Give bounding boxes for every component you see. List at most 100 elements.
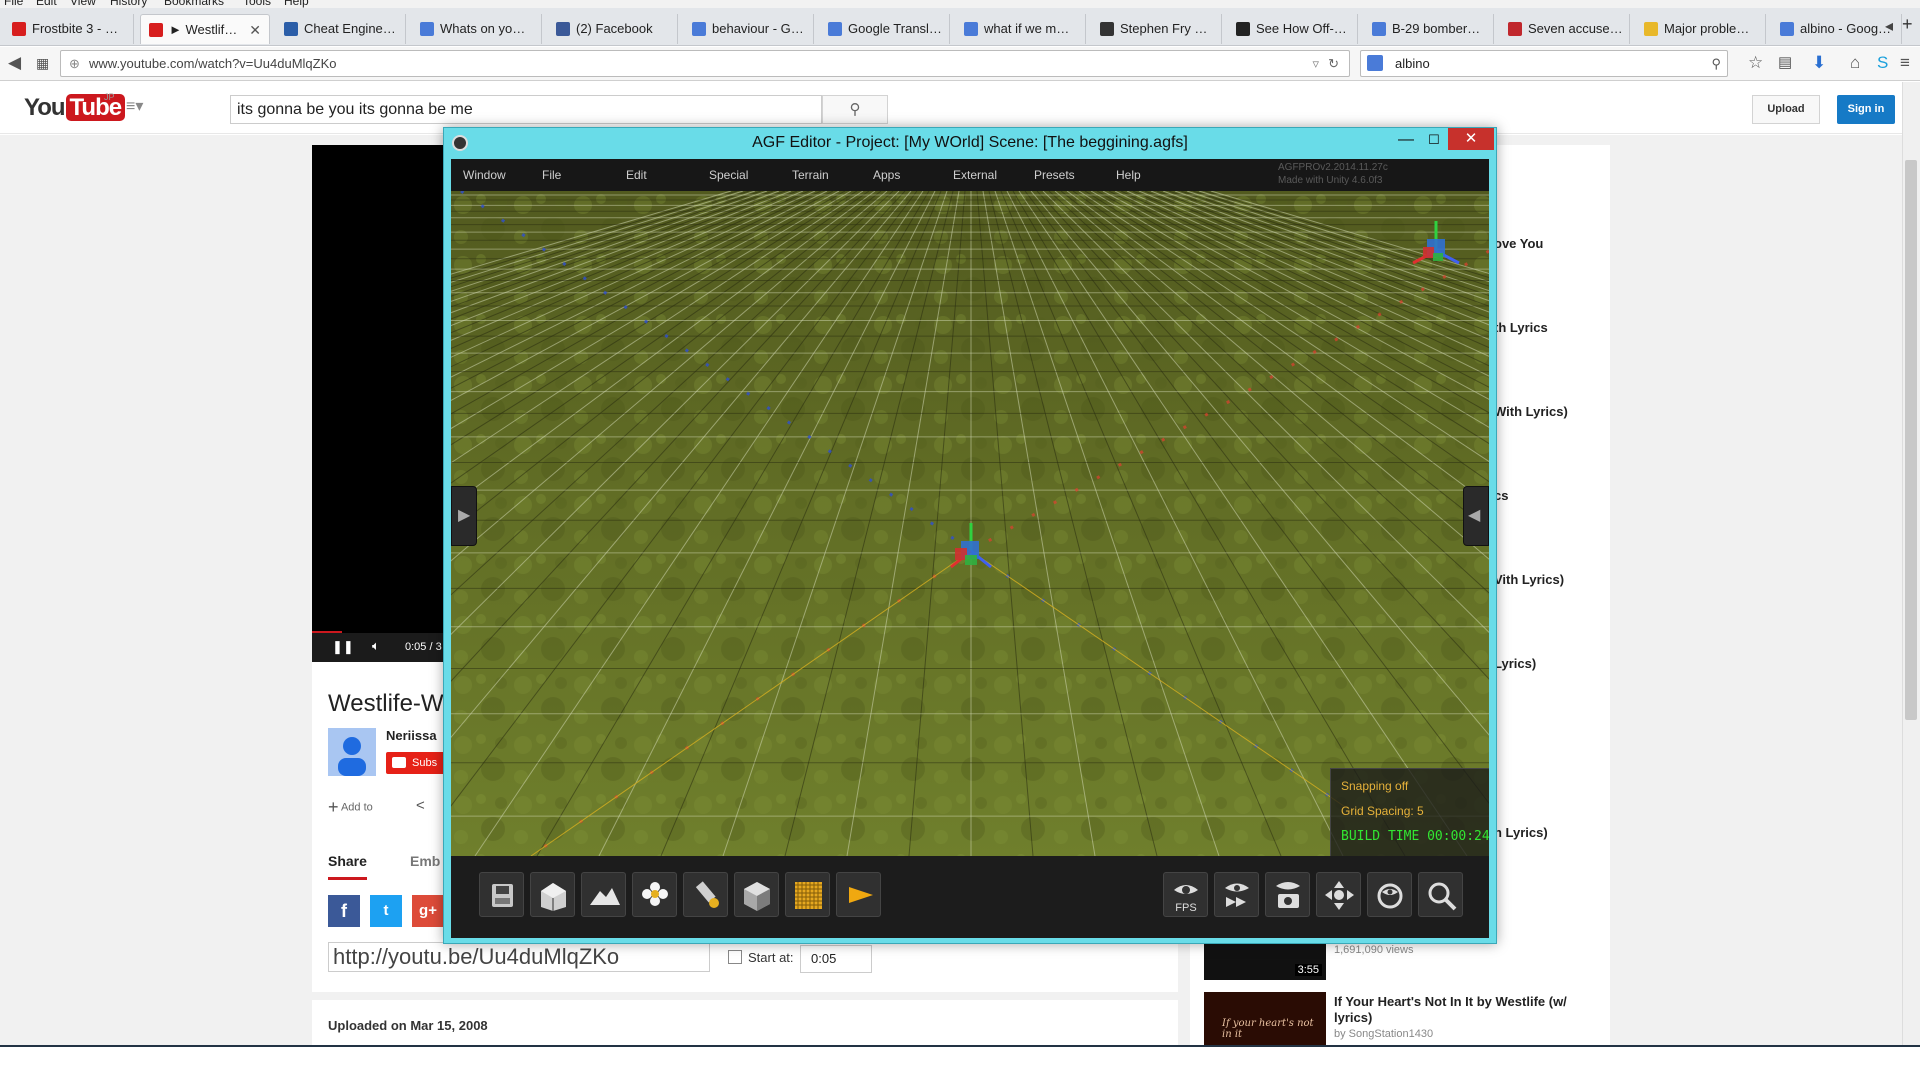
browser-tab[interactable]: Google Transl… [820, 14, 950, 44]
page-scrollbar-thumb[interactable] [1905, 160, 1917, 720]
scene-viewport[interactable]: ▶ ◀ Snapping off Grid Spacing: 5 BUILD T… [451, 191, 1489, 856]
new-tab-button[interactable]: + [1902, 14, 1913, 35]
browser-tab[interactable]: Cheat Engine… [276, 14, 406, 44]
minimize-button[interactable]: — [1392, 130, 1420, 152]
browser-tab[interactable]: Major proble… [1636, 14, 1766, 44]
maximize-button[interactable]: ☐ [1420, 130, 1448, 152]
start-at-checkbox[interactable] [728, 950, 742, 964]
related-video-channel[interactable]: by SongStation1430 [1334, 1028, 1433, 1040]
browser-tab[interactable]: Stephen Fry … [1092, 14, 1222, 44]
menu-file[interactable]: File [4, 0, 23, 8]
vegetation-button[interactable] [632, 872, 677, 917]
playback-camera-button[interactable] [1214, 872, 1259, 917]
tab-embed[interactable]: Emb [410, 853, 440, 869]
twitter-icon[interactable]: t [370, 895, 402, 927]
google-search-engine-icon[interactable] [1367, 55, 1383, 71]
camera-view-button[interactable] [1265, 872, 1310, 917]
home-grid-icon[interactable]: ▦ [36, 53, 49, 73]
google-plus-icon[interactable]: g+ [412, 895, 444, 927]
menu-icon[interactable]: ≡ [1900, 53, 1910, 73]
reload-icon[interactable]: ↻ [1328, 51, 1339, 76]
share-icon[interactable]: < [416, 797, 425, 814]
agf-menu-apps[interactable]: Apps [873, 159, 900, 191]
facebook-icon[interactable]: f [328, 895, 360, 927]
zoom-button[interactable] [1418, 872, 1463, 917]
related-video-title[interactable]: th Lyrics [1494, 320, 1548, 335]
reading-list-icon[interactable]: ▤ [1778, 53, 1792, 73]
pause-icon[interactable]: ❚❚ [332, 639, 354, 655]
menu-help[interactable]: Help [284, 0, 309, 8]
back-button[interactable]: ◀ [8, 53, 21, 73]
youtube-search-button[interactable]: ⚲ [822, 95, 888, 124]
agf-menu-terrain[interactable]: Terrain [792, 159, 829, 191]
download-icon[interactable]: ⬇ [1812, 53, 1826, 73]
guide-menu-icon[interactable]: ≡▾ [126, 96, 143, 116]
snapping-status[interactable]: Snapping off [1341, 779, 1408, 793]
close-tab-icon[interactable]: ✕ [249, 15, 261, 44]
bookmark-star-icon[interactable]: ☆ [1748, 53, 1763, 73]
browser-tab[interactable]: ► Westlif… ✕ [140, 14, 270, 44]
agf-menu-external[interactable]: External [953, 159, 997, 191]
agf-menu-special[interactable]: Special [709, 159, 748, 191]
browser-tab[interactable]: See How Off-… [1228, 14, 1358, 44]
paint-button[interactable] [683, 872, 728, 917]
browser-tab[interactable]: Seven accuse… [1500, 14, 1630, 44]
related-video-title[interactable]: If Your Heart's Not In It by Westlife (w… [1334, 994, 1584, 1026]
browser-tab[interactable]: B-29 bomber… [1364, 14, 1494, 44]
upload-button[interactable]: Upload [1752, 95, 1820, 124]
related-video-title[interactable]: Vith Lyrics) [1494, 572, 1564, 587]
agf-menu-help[interactable]: Help [1116, 159, 1141, 191]
menu-tools[interactable]: Tools [243, 0, 271, 8]
avatar[interactable] [328, 728, 376, 776]
menu-bookmarks[interactable]: Bookmarks [164, 0, 224, 8]
agf-menu-edit[interactable]: Edit [626, 159, 647, 191]
browser-search-field[interactable]: albino ⚲ [1360, 50, 1728, 77]
scroll-tabs-icon[interactable]: ◂ [1885, 16, 1893, 36]
add-to-button[interactable]: + Add to [328, 797, 373, 818]
fps-camera-button[interactable]: FPS [1163, 872, 1208, 917]
browser-tab[interactable]: Whats on yo… [412, 14, 542, 44]
related-video-title[interactable]: Lyrics) [1494, 656, 1536, 671]
skype-icon[interactable]: S [1877, 53, 1888, 73]
agf-menu-window[interactable]: Window [463, 159, 506, 191]
related-video-title[interactable]: With Lyrics) [1494, 404, 1568, 419]
channel-name[interactable]: Neriissa [386, 728, 437, 743]
share-url-field[interactable]: http://youtu.be/Uu4duMlqZKo [328, 942, 710, 972]
tab-share[interactable]: Share [328, 853, 367, 880]
left-panel-toggle[interactable]: ▶ [451, 486, 477, 546]
terrain-button[interactable] [581, 872, 626, 917]
menu-history[interactable]: History [110, 0, 147, 8]
related-video-title[interactable]: ove You [1494, 236, 1543, 251]
grid-spacing-status[interactable]: Grid Spacing: 5 [1341, 804, 1424, 818]
youtube-search-input[interactable]: its gonna be you its gonna be me [230, 95, 822, 124]
orbit-camera-button[interactable] [1367, 872, 1412, 917]
browser-tab[interactable]: what if we m… [956, 14, 1086, 44]
search-icon[interactable]: ⚲ [1711, 51, 1721, 76]
menu-view[interactable]: View [70, 0, 96, 8]
agf-menu-presets[interactable]: Presets [1034, 159, 1075, 191]
url-field[interactable]: ⊕ www.youtube.com/watch?v=Uu4duMlqZKo ▿ … [60, 50, 1350, 77]
browser-tab[interactable]: behaviour - G… [684, 14, 814, 44]
home-icon[interactable]: ⌂ [1850, 53, 1860, 73]
right-panel-toggle[interactable]: ◀ [1463, 486, 1489, 546]
volume-icon[interactable]: 🔈︎ [372, 638, 380, 654]
move-camera-button[interactable] [1316, 872, 1361, 917]
browser-tab[interactable]: Frostbite 3 - … [4, 14, 134, 44]
history-dropdown-icon[interactable]: ▿ [1312, 51, 1319, 76]
video-player[interactable] [312, 145, 452, 662]
subscribe-button[interactable]: Subs [386, 752, 446, 774]
browser-tab[interactable]: (2) Facebook [548, 14, 678, 44]
buildings-button[interactable] [530, 872, 575, 917]
close-button[interactable]: ✕ [1448, 128, 1494, 150]
video-thumbnail[interactable]: If your heart's not in it [1204, 992, 1326, 1045]
save-button[interactable] [479, 872, 524, 917]
play-button[interactable] [836, 872, 881, 917]
objects-button[interactable] [734, 872, 779, 917]
start-at-field[interactable]: 0:05 [800, 945, 872, 973]
menu-edit[interactable]: Edit [36, 0, 57, 8]
related-video-title[interactable]: h Lyrics) [1494, 825, 1548, 840]
agf-menu-file[interactable]: File [542, 159, 561, 191]
browser-tab[interactable]: albino - Goog… [1772, 14, 1902, 44]
signin-button[interactable]: Sign in [1837, 95, 1895, 124]
grid-toggle-button[interactable] [785, 872, 830, 917]
